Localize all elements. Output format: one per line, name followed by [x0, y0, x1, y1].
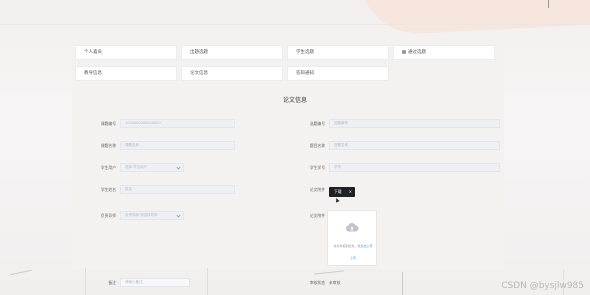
- nav-item-guidance[interactable]: 教导信息: [75, 66, 177, 81]
- paper-name-label: 课题名称: [100, 143, 116, 148]
- nav-item-label: 个人喜贡: [84, 50, 102, 55]
- nav-item-publish-topic[interactable]: 出题选题: [181, 45, 283, 60]
- nav-item-profile[interactable]: 个人喜贡: [75, 45, 177, 60]
- close-icon[interactable]: ×: [349, 187, 352, 197]
- nav-item-approved-topic[interactable]: 通过选题: [393, 45, 495, 60]
- upload-hint-link[interactable]: 点击上传: [361, 244, 373, 248]
- top-divider: [0, 24, 590, 25]
- upload-link[interactable]: 上传: [328, 256, 378, 260]
- advisor-select[interactable]: 负责导师 请选择导师: [120, 211, 184, 220]
- cloud-upload-icon: [345, 223, 359, 232]
- review-status-value: 未审核: [329, 280, 341, 285]
- page-title: 论文信息: [282, 97, 307, 104]
- advisor-label: 负责导师: [100, 213, 116, 218]
- upload-hint: 将文件拖到此处，或点击上传: [328, 244, 378, 248]
- student-account-label: 学生用户: [100, 165, 116, 170]
- topic-title-label: 题目名称: [309, 143, 325, 148]
- decorative-pole: [207, 268, 208, 295]
- watermark: CSDN @bysjlw985: [501, 281, 584, 291]
- topic-no-input[interactable]: 选题编号: [329, 119, 500, 128]
- nav-item-label: 学生选题: [296, 50, 314, 55]
- paper-name-input[interactable]: 课题名称: [120, 141, 235, 150]
- attachment-label: 论文附件: [309, 213, 325, 218]
- tooltip-label: 下载: [334, 189, 342, 194]
- upload-hint-text: 将文件拖到此处，或: [333, 244, 361, 248]
- review-status-label: 审核状态: [309, 280, 325, 285]
- decorative-pole: [402, 272, 403, 295]
- paper-no-input[interactable]: 1000000000000000: [120, 119, 235, 128]
- student-account-select[interactable]: 选择 学生用户: [120, 163, 184, 172]
- topic-title-input[interactable]: 选题名称: [329, 141, 500, 150]
- nav-item-label: 通过选题: [408, 50, 426, 55]
- nav-item-label: 答辩通知: [296, 71, 314, 76]
- nav-item-label: 教导信息: [84, 71, 102, 76]
- chevron-down-icon: [176, 165, 181, 170]
- student-no-label: 学生学号: [309, 165, 325, 170]
- note-label: 备注: [108, 280, 116, 285]
- edge-tick: [548, 0, 549, 8]
- decorative-pole: [85, 268, 86, 295]
- download-tooltip[interactable]: 下载 ×: [329, 187, 355, 197]
- note-input[interactable]: 请输入备注: [120, 278, 190, 287]
- topic-no-label: 选题编号: [309, 121, 325, 126]
- nav-item-label: 论文信息: [190, 71, 208, 76]
- menu-icon: [402, 49, 406, 54]
- upload-dropzone[interactable]: 将文件拖到此处，或点击上传 上传: [327, 210, 377, 266]
- thesis-file-label: 论文附件: [309, 187, 325, 192]
- nav-item-thesis[interactable]: 论文信息: [181, 66, 283, 81]
- student-name-input[interactable]: 姓名: [120, 185, 235, 194]
- chevron-down-icon: [176, 213, 181, 218]
- student-name-label: 学生姓名: [100, 187, 116, 192]
- advisor-value: 负责导师 请选择导师: [125, 213, 158, 217]
- nav-item-student-topic[interactable]: 学生选题: [287, 45, 389, 60]
- student-account-value: 选择 学生用户: [125, 165, 148, 169]
- nav-item-label: 出题选题: [190, 50, 208, 55]
- student-no-input[interactable]: 学号: [329, 163, 500, 172]
- paper-no-label: 课题编号: [100, 121, 116, 126]
- nav-item-defense-notice[interactable]: 答辩通知: [287, 66, 389, 81]
